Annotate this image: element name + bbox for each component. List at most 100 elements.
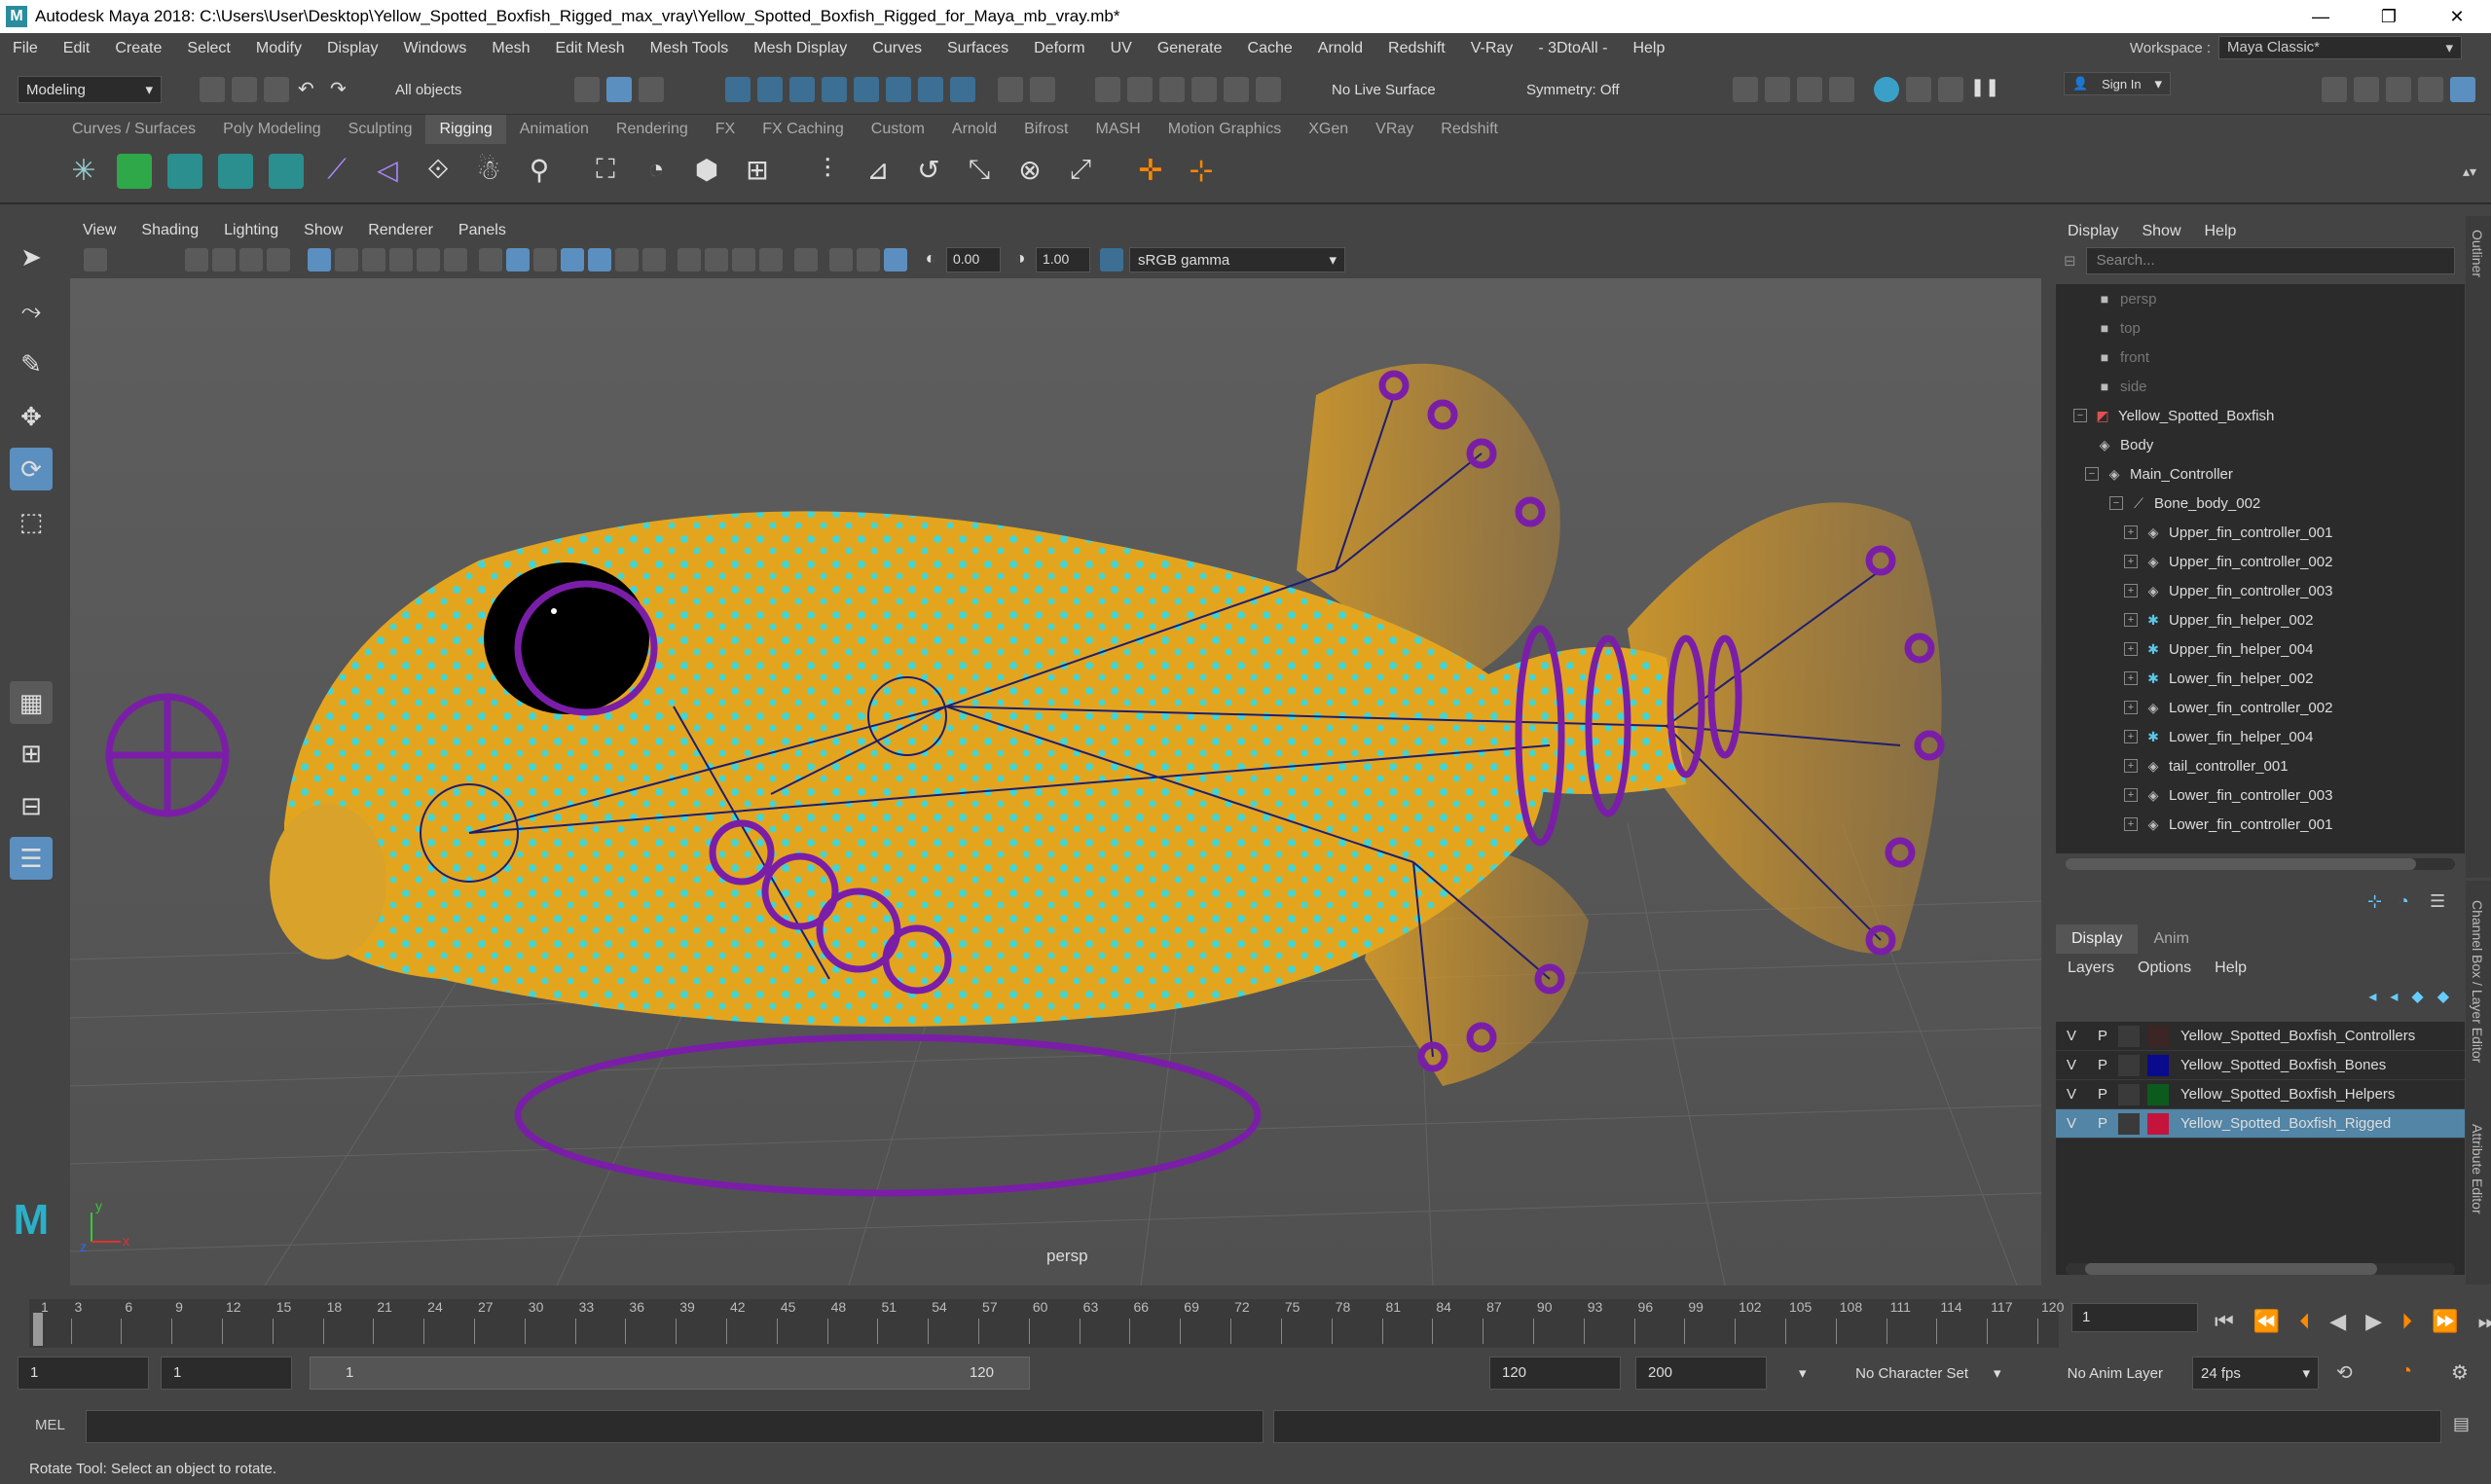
ik-handle-icon[interactable] <box>117 154 152 189</box>
step-forward-frame-icon[interactable]: ⏵ <box>2401 1309 2412 1334</box>
snap-to-curve-icon[interactable] <box>757 77 783 102</box>
side-by-side-layout-icon[interactable]: ⊟ <box>10 784 53 827</box>
playback-end-field[interactable]: 120 <box>1489 1357 1621 1390</box>
maximize-button[interactable]: ❐ <box>2355 0 2423 33</box>
menu-create[interactable]: Create <box>102 40 174 57</box>
outliner-row[interactable]: − ◈ Main_Controller <box>2056 459 2465 489</box>
layer-visibility-toggle[interactable]: V <box>2056 1057 2087 1073</box>
resolution-gate-icon[interactable] <box>362 248 385 271</box>
move-layer-up-icon[interactable]: ◂ <box>2368 987 2376 1006</box>
shelf-tab-curves-surfaces[interactable]: Curves / Surfaces <box>58 115 209 144</box>
new-layer-icon[interactable]: ◆ <box>2411 987 2423 1006</box>
loop-icon[interactable]: ⟲ <box>2336 1360 2362 1386</box>
shelf-tab-fx[interactable]: FX <box>702 115 749 144</box>
outliner-row[interactable]: + ◈ Upper_fin_controller_002 <box>2056 547 2465 576</box>
menu-curves[interactable]: Curves <box>860 40 934 57</box>
lasso-tool-icon[interactable]: ⤳ <box>10 290 53 333</box>
step-back-key-icon[interactable]: ⏪ <box>2253 1309 2280 1334</box>
expand-toggle-icon[interactable]: + <box>2124 701 2138 714</box>
outliner-tree[interactable]: ■ persp ■ top ■ front ■ side − ◩ Yellow_Spotted_Bo… <box>2056 284 2465 853</box>
expand-toggle-icon[interactable]: − <box>2073 409 2087 422</box>
cluster-icon[interactable]: ⟋ <box>319 154 354 189</box>
layer-menu-help[interactable]: Help <box>2203 959 2258 977</box>
shelf-tab-motion-graphics[interactable]: Motion Graphics <box>1154 115 1296 144</box>
menu-mesh-display[interactable]: Mesh Display <box>741 40 860 57</box>
point-constraint-icon[interactable]: ⫶ <box>810 154 845 189</box>
symmetry-dropdown[interactable]: Symmetry: Off <box>1519 76 1665 103</box>
channel-box-icon[interactable] <box>2418 77 2443 102</box>
minimize-button[interactable]: — <box>2287 0 2355 33</box>
modeling-toolkit-icon[interactable] <box>2322 77 2347 102</box>
layer-row[interactable]: V P Yellow_Spotted_Boxfish_Controllers <box>2056 1022 2465 1051</box>
menu-file[interactable]: File <box>0 40 51 57</box>
animation-end-field[interactable]: 200 <box>1635 1357 1767 1390</box>
shelf-tab-bifrost[interactable]: Bifrost <box>1010 115 1081 144</box>
viewport-menu-panels[interactable]: Panels <box>446 222 519 239</box>
select-by-object-icon[interactable] <box>606 77 632 102</box>
scale-tool-icon[interactable]: ⬚ <box>10 500 53 543</box>
anti-aliasing-icon[interactable] <box>732 248 755 271</box>
menu-edit[interactable]: Edit <box>51 40 103 57</box>
menu-edit-mesh[interactable]: Edit Mesh <box>542 40 637 57</box>
workspace-dropdown[interactable]: Maya Classic* ▾ <box>2218 36 2462 59</box>
make-live-icon[interactable] <box>854 77 879 102</box>
time-slider[interactable]: 1 3 6 9 12 15 18 21 24 27 30 33 36 39 42 45 48 51 54 57 60 63… <box>0 1289 2491 1348</box>
shelf-scroll-icon[interactable]: ▴▾ <box>2463 163 2488 189</box>
move-layer-down-icon[interactable]: ◂ <box>2390 987 2398 1006</box>
viewport-menu-shading[interactable]: Shading <box>128 222 211 239</box>
viewport-canvas[interactable]: y x z persp <box>70 278 2041 1285</box>
layer-playback-toggle[interactable]: P <box>2087 1115 2118 1132</box>
select-by-component-icon[interactable] <box>639 77 664 102</box>
menu-set-dropdown[interactable]: Modeling ▾ <box>18 76 162 103</box>
grid-icon[interactable] <box>308 248 331 271</box>
save-scene-icon[interactable] <box>264 77 289 102</box>
menu-arnold[interactable]: Arnold <box>1305 40 1375 57</box>
layer-row[interactable]: V P Yellow_Spotted_Boxfish_Bones <box>2056 1051 2465 1080</box>
shelf-tab-sculpting[interactable]: Sculpting <box>335 115 426 144</box>
playback-start-field[interactable]: 1 <box>161 1357 292 1390</box>
layer-color-swatch[interactable] <box>2147 1083 2169 1105</box>
layer-attr-icon[interactable]: ⊹ <box>2367 891 2391 915</box>
expand-toggle-icon[interactable]: + <box>2124 525 2138 539</box>
step-back-frame-icon[interactable]: ⏴ <box>2299 1309 2310 1334</box>
mel-input[interactable] <box>86 1410 1264 1443</box>
filter-icon[interactable]: ⊟ <box>2064 252 2076 270</box>
expand-toggle-icon[interactable]: + <box>2124 730 2138 743</box>
shelf-tab-mash[interactable]: MASH <box>1082 115 1154 144</box>
outliner-row[interactable]: + ◈ Upper_fin_controller_003 <box>2056 576 2465 605</box>
snap-to-grid-icon[interactable] <box>725 77 751 102</box>
vray-framebuffer-icon[interactable] <box>1938 77 1963 102</box>
outliner-row[interactable]: ■ side <box>2056 372 2465 401</box>
mel-label[interactable]: MEL <box>35 1417 65 1433</box>
four-view-layout-icon[interactable]: ⊞ <box>10 732 53 775</box>
current-frame-field[interactable]: 1 <box>2071 1303 2198 1332</box>
humanik-icon[interactable]: ☃ <box>471 154 506 189</box>
outliner-side-tab[interactable]: Outliner <box>2466 216 2491 878</box>
color-management-icon[interactable] <box>1100 248 1123 271</box>
aim-constraint-icon[interactable]: ⊿ <box>861 154 896 189</box>
script-editor-icon[interactable]: ▤ <box>2453 1414 2478 1439</box>
expand-toggle-icon[interactable]: − <box>2085 467 2099 481</box>
current-time-marker[interactable] <box>33 1313 43 1346</box>
snap-toggle-icon[interactable] <box>886 77 911 102</box>
color-space-dropdown[interactable]: sRGB gamma ▾ <box>1129 247 1345 272</box>
attribute-editor-icon[interactable] <box>2354 77 2379 102</box>
xray-components-icon[interactable] <box>884 248 907 271</box>
textured-icon[interactable] <box>561 248 584 271</box>
outliner-row[interactable]: + ◈ Lower_fin_controller_003 <box>2056 780 2465 810</box>
fps-dropdown[interactable]: 24 fps ▾ <box>2192 1357 2319 1390</box>
menu-vray[interactable]: V-Ray <box>1458 40 1526 57</box>
layer-tab-display[interactable]: Display <box>2056 924 2139 954</box>
layer-row[interactable]: V P Yellow_Spotted_Boxfish_Rigged <box>2056 1109 2465 1139</box>
shelf-tab-arnold[interactable]: Arnold <box>938 115 1010 144</box>
magnet-icon[interactable] <box>1191 77 1217 102</box>
expand-toggle-icon[interactable]: + <box>2124 584 2138 597</box>
history-icon[interactable] <box>1095 77 1120 102</box>
xray-joints-icon[interactable] <box>857 248 880 271</box>
paint-icon[interactable] <box>1224 77 1249 102</box>
menu-windows[interactable]: Windows <box>390 40 479 57</box>
layer-visibility-toggle[interactable]: V <box>2056 1028 2087 1044</box>
render-frame-icon[interactable] <box>1765 77 1790 102</box>
shelf-tab-poly-modeling[interactable]: Poly Modeling <box>209 115 335 144</box>
outliner-row[interactable]: + ◈ Upper_fin_controller_001 <box>2056 518 2465 547</box>
